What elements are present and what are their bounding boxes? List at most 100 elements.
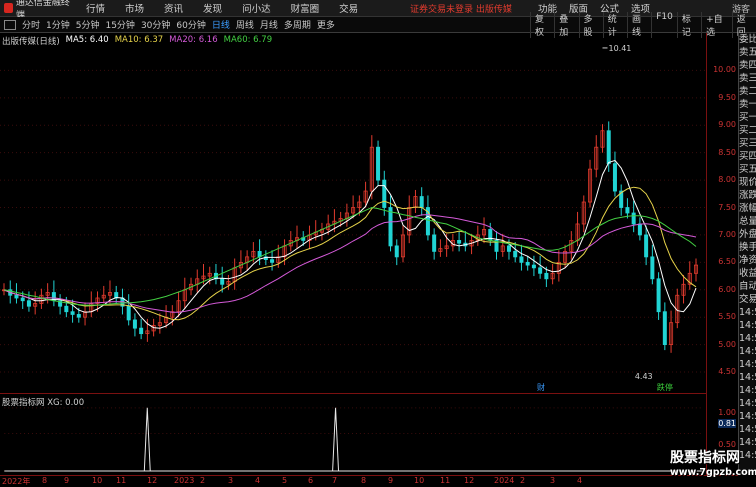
- grid-icon[interactable]: [4, 19, 16, 30]
- candle-body: [388, 207, 393, 247]
- time-axis-label: 4: [255, 476, 261, 485]
- limit-down-tag: 跌停: [657, 382, 673, 392]
- time-axis-label: 2024: [494, 476, 515, 485]
- time-axis-label: 9: [388, 476, 394, 485]
- quote-field-label: 净资: [739, 255, 756, 266]
- quote-field-label: 卖四: [739, 60, 756, 71]
- price-axis-tick: 9.50: [718, 92, 736, 102]
- time-axis-label: 3: [228, 476, 234, 485]
- xg-indicator-chart[interactable]: [0, 393, 706, 475]
- sub-legend: 股票指标网 XG: 0.00: [2, 398, 85, 408]
- time-axis-label: 8: [42, 476, 48, 485]
- time-axis-label: 2: [520, 476, 526, 485]
- time-axis-label: 10: [92, 476, 103, 485]
- quote-field-label: 买四: [739, 151, 756, 162]
- period-monthly[interactable]: 月线: [260, 18, 278, 31]
- finance-tag: 财: [537, 382, 545, 392]
- quote-field-label: 交易: [739, 294, 756, 305]
- quote-field-label: 买一: [739, 112, 756, 123]
- menu-wenxiaoda[interactable]: 问小达: [232, 1, 281, 15]
- high-price-label: 10.41: [608, 44, 631, 53]
- price-axis: 10.00 9.50 9.00 8.50 8.00 7.50 7.00 6.50 6.00 5.5…: [706, 33, 738, 482]
- quote-field-label: 14:56: [739, 346, 756, 357]
- quote-field-label: 买三: [739, 138, 756, 149]
- quote-field-label: 委比: [739, 34, 756, 45]
- quote-field-label: 14:56: [739, 320, 756, 331]
- quote-field-label: 总量: [739, 216, 756, 227]
- period-weekly[interactable]: 周线: [236, 18, 254, 31]
- time-axis-label: 3: [550, 476, 556, 485]
- period-1min[interactable]: 1分钟: [46, 18, 70, 31]
- period-60min[interactable]: 60分钟: [176, 18, 205, 31]
- candle-body: [525, 261, 530, 266]
- ma5-value: MA5: 6.40: [65, 35, 109, 45]
- ma20-value: MA20: 6.16: [169, 35, 218, 45]
- price-axis-tick: 6.00: [718, 284, 736, 294]
- quote-field-label: 卖一: [739, 99, 756, 110]
- price-axis-tick: 6.50: [718, 257, 736, 267]
- candle-body: [650, 256, 655, 280]
- price-axis-tick: 8.50: [718, 147, 736, 157]
- period-toolbar: 分时 1分钟 5分钟 15分钟 30分钟 60分钟 日线 周线 月线 多周期 更…: [0, 11, 756, 38]
- period-fenshi[interactable]: 分时: [22, 18, 40, 31]
- menu-hangqing[interactable]: 行情: [76, 1, 115, 15]
- candle-body: [419, 196, 424, 208]
- candle-body: [376, 146, 381, 181]
- period-5min[interactable]: 5分钟: [76, 18, 100, 31]
- quote-side-panel: 委比 卖五 卖四 卖三 卖二 卖一 买一 买二 买三 买四 买五 现价 涨跌 涨幅 总量 外盘 换手 净资 收益 自动…: [738, 33, 756, 475]
- quote-field-label: 现价: [739, 177, 756, 188]
- quote-field-label: 14:56: [739, 372, 756, 383]
- time-axis-label: 9: [64, 476, 70, 485]
- xg-spike: [143, 407, 151, 472]
- ma-legend: 出版传媒(日线) MA5: 6.40 MA10: 6.37 MA20: 6.16…: [2, 35, 272, 47]
- price-axis-tick: 9.00: [718, 120, 736, 130]
- price-axis-tick: 10.00: [713, 65, 736, 75]
- quote-field-label: 卖三: [739, 73, 756, 84]
- quote-field-label: 买二: [739, 125, 756, 136]
- watermark: 股票指标网 www.7gpzb.com: [670, 447, 756, 487]
- period-15min[interactable]: 15分钟: [105, 18, 134, 31]
- candle-body: [132, 319, 137, 329]
- time-axis-label: 5: [282, 476, 288, 485]
- ma60-value: MA60: 6.79: [223, 35, 273, 45]
- sub-axis-tick: 0.81: [718, 419, 736, 428]
- candle-body: [531, 264, 536, 269]
- candle-body: [64, 305, 69, 313]
- low-price-label: 4.43: [635, 372, 653, 381]
- menu-jiaoyi[interactable]: 交易: [329, 1, 368, 15]
- price-axis-tick: 7.00: [718, 229, 736, 239]
- period-daily[interactable]: 日线: [212, 18, 230, 31]
- price-axis-tick: 8.00: [718, 175, 736, 185]
- price-axis-tick: 5.00: [718, 339, 736, 349]
- menu-zixun[interactable]: 资讯: [154, 1, 193, 15]
- price-axis-tick: 5.50: [718, 312, 736, 322]
- candle-body: [270, 259, 275, 263]
- candle-body: [76, 314, 81, 318]
- period-30min[interactable]: 30分钟: [141, 18, 170, 31]
- ma10-value: MA10: 6.37: [114, 35, 164, 45]
- candle-body: [606, 130, 611, 165]
- watermark-name: 股票指标网: [670, 450, 740, 466]
- period-more[interactable]: 更多: [317, 18, 335, 31]
- candle-body: [26, 300, 31, 307]
- time-axis-label: 7: [332, 476, 338, 485]
- candle-body: [544, 272, 549, 280]
- menu-shichang[interactable]: 市场: [115, 1, 154, 15]
- menu-caifuquan[interactable]: 财富圈: [281, 1, 330, 15]
- candle-body: [457, 240, 462, 244]
- kline-chart[interactable]: 10.41 4.43 跌停 财: [0, 33, 706, 393]
- quote-field-label: 14:56: [739, 333, 756, 344]
- quote-field-label: 卖五: [739, 47, 756, 58]
- quote-field-label: 买五: [739, 164, 756, 175]
- time-axis-label: 8: [361, 476, 367, 485]
- period-multi[interactable]: 多周期: [284, 18, 311, 31]
- quote-field-label: 14:56: [739, 385, 756, 396]
- time-axis-label: 2: [200, 476, 206, 485]
- login-notice[interactable]: 证券交易未登录 出版传媒: [410, 2, 512, 15]
- candle-body: [220, 278, 225, 285]
- candle-body: [519, 256, 524, 263]
- candle-body: [612, 163, 617, 192]
- menu-faxian[interactable]: 发现: [193, 1, 232, 15]
- candle-body: [644, 234, 649, 258]
- app-logo-icon: [4, 3, 13, 13]
